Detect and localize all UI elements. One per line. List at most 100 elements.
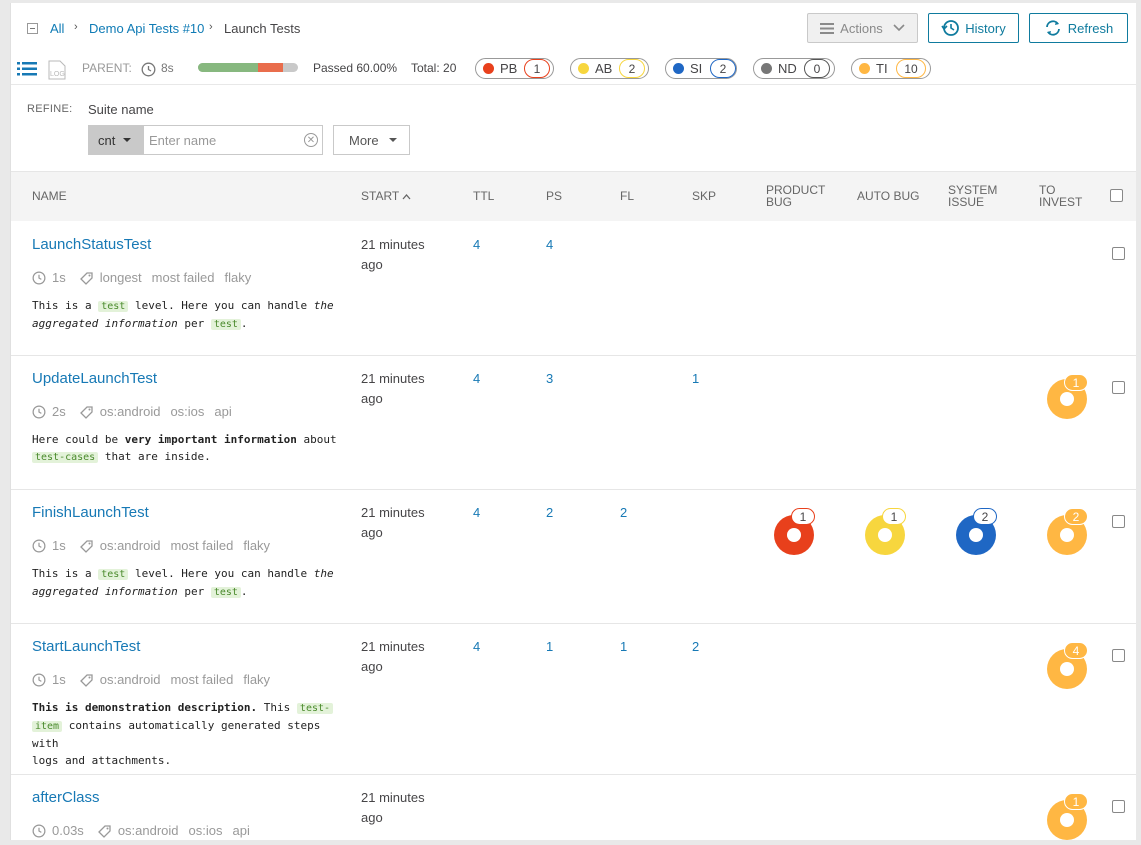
- more-filters-button[interactable]: More: [333, 125, 410, 155]
- log-view-icon[interactable]: LOG: [48, 60, 66, 80]
- column-skp[interactable]: SKP: [692, 190, 716, 202]
- test-name-link[interactable]: afterClass: [32, 789, 100, 806]
- suite-name-input[interactable]: [144, 125, 323, 155]
- to-investigate-badge[interactable]: 2: [1064, 508, 1088, 525]
- desc-text: level. Here you can handle: [128, 567, 314, 580]
- attribute-tag[interactable]: most failed: [170, 538, 233, 553]
- select-all-checkbox[interactable]: [1110, 189, 1123, 202]
- to-investigate-badge[interactable]: 4: [1064, 642, 1088, 659]
- attribute-tag[interactable]: flaky: [243, 538, 270, 553]
- breadcrumb-launch[interactable]: Demo Api Tests #10: [89, 21, 204, 36]
- passed-count-link[interactable]: 3: [546, 371, 553, 386]
- clear-input-icon[interactable]: ✕: [304, 133, 318, 147]
- column-start-label: START: [361, 189, 400, 203]
- to-investigate-dot-icon: [859, 63, 870, 74]
- row-checkbox[interactable]: [1112, 381, 1125, 394]
- refine-label: REFINE:: [27, 103, 73, 115]
- test-name-link[interactable]: FinishLaunchTest: [32, 504, 149, 521]
- row-checkbox[interactable]: [1112, 800, 1125, 813]
- desc-text: about: [296, 433, 337, 446]
- tag-icon: [97, 824, 111, 838]
- passed-count-link[interactable]: 2: [546, 505, 553, 520]
- test-name-link[interactable]: StartLaunchTest: [32, 638, 140, 655]
- attribute-tag[interactable]: os:ios: [189, 823, 223, 838]
- history-icon: [941, 20, 960, 36]
- defect-pill-nd[interactable]: ND 0: [753, 58, 835, 79]
- defect-pill-pb[interactable]: PB 1: [475, 58, 554, 79]
- auto-bug-badge[interactable]: 1: [882, 508, 906, 525]
- total-count-link[interactable]: 4: [473, 505, 480, 520]
- breadcrumb-all[interactable]: All: [50, 21, 64, 36]
- attribute-tag[interactable]: os:android: [100, 404, 161, 419]
- start-time: 21 minutes ago: [361, 369, 451, 409]
- system-issue-badge[interactable]: 2: [973, 508, 997, 525]
- list-view-icon[interactable]: [17, 62, 37, 76]
- defect-pill-ti[interactable]: TI 10: [851, 58, 931, 79]
- actions-button[interactable]: Actions: [807, 13, 918, 43]
- tag-icon: [79, 271, 93, 285]
- no-defect-dot-icon: [761, 63, 772, 74]
- row-checkbox[interactable]: [1112, 247, 1125, 260]
- product-bug-badge[interactable]: 1: [791, 508, 815, 525]
- start-time: 21 minutes ago: [361, 788, 451, 828]
- skipped-count-link[interactable]: 1: [692, 371, 699, 386]
- to-investigate-badge[interactable]: 1: [1064, 793, 1088, 810]
- attribute-tag[interactable]: most failed: [170, 672, 233, 687]
- defect-pill-si[interactable]: SI 2: [665, 58, 737, 79]
- attribute-tag[interactable]: flaky: [243, 672, 270, 687]
- attribute-tag[interactable]: os:android: [100, 538, 161, 553]
- column-ttl[interactable]: TTL: [473, 190, 494, 202]
- clock-icon: [32, 673, 46, 686]
- column-fl[interactable]: FL: [620, 190, 634, 202]
- attribute-tag[interactable]: os:ios: [170, 404, 204, 419]
- defect-pill-ab[interactable]: AB 2: [570, 58, 649, 79]
- column-auto-bug[interactable]: AUTO BUG: [857, 190, 919, 202]
- column-product-bug[interactable]: PRODUCT BUG: [766, 184, 825, 208]
- column-system-issue[interactable]: SYSTEM ISSUE: [948, 184, 997, 208]
- row-checkbox[interactable]: [1112, 515, 1125, 528]
- menu-icon: [820, 22, 835, 34]
- attribute-tag[interactable]: longest: [100, 270, 142, 285]
- passed-count-link[interactable]: 1: [546, 639, 553, 654]
- attribute-tag[interactable]: os:android: [118, 823, 179, 838]
- launch-tests-page: All › Demo Api Tests #10 › Launch Tests …: [10, 3, 1136, 840]
- pass-rate-progress-bar: [198, 63, 298, 72]
- desc-code: test: [98, 569, 129, 580]
- history-button[interactable]: History: [928, 13, 1019, 43]
- desc-code: test-: [296, 703, 334, 714]
- column-name[interactable]: NAME: [32, 190, 67, 202]
- total-count-link[interactable]: 4: [473, 371, 480, 386]
- start-time: 21 minutes ago: [361, 235, 451, 275]
- start-time-line2: ago: [361, 659, 383, 674]
- skipped-count-link[interactable]: 2: [692, 639, 699, 654]
- to-investigate-badge[interactable]: 1: [1064, 374, 1088, 391]
- attribute-tag[interactable]: flaky: [225, 270, 252, 285]
- collapse-all-icon[interactable]: [27, 23, 38, 34]
- attribute-tag[interactable]: os:android: [100, 672, 161, 687]
- column-ps[interactable]: PS: [546, 190, 562, 202]
- total-count-link[interactable]: 4: [473, 639, 480, 654]
- row-checkbox[interactable]: [1112, 649, 1125, 662]
- failed-count-link[interactable]: 2: [620, 505, 627, 520]
- filter-condition-dropdown[interactable]: cnt: [88, 125, 144, 155]
- attribute-tag[interactable]: api: [214, 404, 231, 419]
- defect-code: ND: [778, 61, 797, 76]
- total-count-link[interactable]: 4: [473, 237, 480, 252]
- column-start[interactable]: START: [361, 190, 411, 202]
- test-name-link[interactable]: UpdateLaunchTest: [32, 370, 157, 387]
- refresh-button[interactable]: Refresh: [1029, 13, 1128, 43]
- desc-text: logs and attachments.: [32, 754, 172, 767]
- clock-icon: [32, 271, 46, 284]
- test-name-link[interactable]: LaunchStatusTest: [32, 236, 151, 253]
- actions-label: Actions: [840, 20, 883, 36]
- defect-code: AB: [595, 61, 613, 76]
- passed-count-link[interactable]: 4: [546, 237, 553, 252]
- attribute-tag[interactable]: most failed: [152, 270, 215, 285]
- failed-count-link[interactable]: 1: [620, 639, 627, 654]
- table-row: LaunchStatusTest 21 minutes ago 4 4 1s lo…: [11, 221, 1136, 356]
- table-row: afterClass 21 minutes ago 0.03s os:androi…: [11, 775, 1136, 845]
- desc-text: per: [177, 317, 211, 330]
- attribute-tag[interactable]: api: [233, 823, 250, 838]
- test-description: This is a test level. Here you can handl…: [32, 565, 352, 601]
- column-to-invest[interactable]: TO INVEST: [1039, 184, 1082, 208]
